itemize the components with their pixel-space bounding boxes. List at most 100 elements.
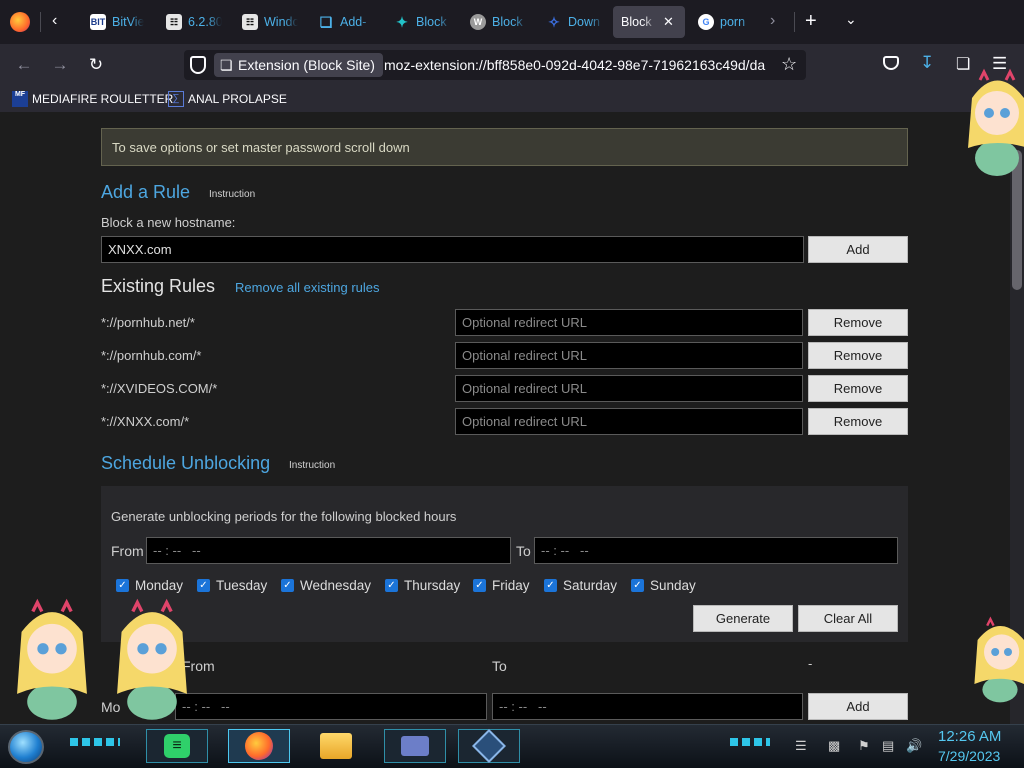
taskbar-virtualbox[interactable] [458,729,520,763]
day-checkbox-thursday[interactable]: ✓ Thursday [385,577,460,593]
generate-button[interactable]: Generate [693,605,793,632]
bookmark-anal-prolapse[interactable]: ∑ ANAL PROLAPSE [168,90,287,108]
clock-time[interactable]: 12:26 AM [938,728,1001,745]
clear-all-button[interactable]: Clear All [798,605,898,632]
bookmarks-toolbar: MF MEDIAFIRE ROULETTER ∑ ANAL PROLAPSE [0,86,1024,112]
tab-bitview[interactable]: BIT BitVie [82,6,152,38]
url-text[interactable]: moz-extension://bff858e0-092d-4042-98e7-… [384,57,776,73]
schedule-instruction-link[interactable]: Instruction [289,460,335,471]
taskbar-decoration [70,738,120,746]
schedule-description: Generate unblocking periods for the foll… [111,509,457,524]
forward-icon[interactable]: → [46,52,74,78]
remove-all-rules-link[interactable]: Remove all existing rules [235,280,380,295]
from-label: From [111,543,144,559]
day-checkbox-monday[interactable]: ✓ Monday [116,577,183,593]
extension-identity-chip[interactable]: ❏ Extension (Block Site) [214,53,383,77]
add-rule-instruction-link[interactable]: Instruction [209,189,255,200]
tray-app-icon[interactable]: ▩ [828,738,840,754]
tab-6-2-80[interactable]: ☷ 6.2.80 [158,6,230,38]
shield-icon[interactable] [190,56,206,74]
redirect-url-input[interactable]: Optional redirect URL [455,375,803,402]
puzzle-icon: ❏ [220,57,233,73]
day-checkbox-saturday[interactable]: ✓ Saturday [544,577,617,593]
notice-banner: To save options or set master password s… [101,128,908,166]
archive-icon: ☷ [166,14,182,30]
puzzle-icon: ✦ [396,13,408,30]
clock-date[interactable]: 7/29/2023 [938,748,1000,764]
period-to-input[interactable]: -- : -- -- [492,693,803,720]
google-icon: G [698,14,714,30]
notes-app-icon: ≡ [164,734,190,758]
list-all-tabs-icon[interactable]: ⌄ [845,11,857,28]
day-checkbox-sunday[interactable]: ✓ Sunday [631,577,696,593]
day-checkbox-tuesday[interactable]: ✓ Tuesday [197,577,267,593]
mascot-sticker [974,616,1024,703]
redirect-url-input[interactable]: Optional redirect URL [455,408,803,435]
bookmark-icon: ∑ [168,91,184,107]
bookmark-star-icon[interactable]: ☆ [781,54,797,75]
virtualbox-icon [472,729,506,763]
checkbox-checked-icon[interactable]: ✓ [281,578,294,592]
remove-rule-button[interactable]: Remove [808,375,908,402]
checkbox-checked-icon[interactable]: ✓ [631,578,644,592]
period-add-button[interactable]: Add [808,693,908,720]
checkbox-checked-icon[interactable]: ✓ [544,578,557,592]
flag-icon[interactable]: ⚑ [858,738,870,754]
network-icon[interactable]: ▤ [882,738,894,754]
existing-rules-heading: Existing Rules [101,276,216,296]
back-icon[interactable]: ← [10,52,38,78]
rule-pattern: *://XNXX.com/* [101,414,190,429]
tab-windows[interactable]: ☷ Windo [234,6,306,38]
taskbar-firefox[interactable] [228,729,290,763]
rule-pattern: *://pornhub.com/* [101,348,202,363]
bitview-icon: BIT [90,14,106,30]
taskbar-notes-app[interactable]: ≡ [146,729,208,763]
redirect-url-input[interactable]: Optional redirect URL [455,309,803,336]
firefox-menu-icon[interactable] [10,12,30,32]
download-icon: ✧ [548,13,560,30]
checkbox-checked-icon[interactable]: ✓ [197,578,210,592]
period-from-input[interactable]: -- : -- -- [175,693,487,720]
period-to-header: To [492,658,507,674]
taskbar-window-app[interactable] [384,729,446,763]
rule-pattern: *://XVIDEOS.COM/* [101,381,218,396]
remove-rule-button[interactable]: Remove [808,309,908,336]
tab-porn-search[interactable]: G porn [690,6,762,38]
puzzle-icon: ❏ [319,13,333,30]
from-time-input[interactable]: -- : -- -- [146,537,511,564]
checkbox-checked-icon[interactable]: ✓ [385,578,398,592]
to-time-input[interactable]: -- : -- -- [534,537,898,564]
checkbox-checked-icon[interactable]: ✓ [473,578,486,592]
downloads-icon[interactable]: ↧ [920,53,934,73]
tab-block-active[interactable]: Block ✕ [613,6,685,38]
add-rule-heading: Add a Rule [101,182,191,202]
new-tab-icon[interactable]: + [805,10,817,33]
remove-rule-button[interactable]: Remove [808,342,908,369]
tab-block-2[interactable]: W Block [462,6,536,38]
add-rule-button[interactable]: Add [808,236,908,263]
reload-icon[interactable]: ↻ [82,52,110,78]
tab-scroll-right-icon[interactable]: › [770,12,775,30]
mascot-sticker [117,598,187,720]
tab-add-ons[interactable]: ❏ Add- [310,6,382,38]
tab-block-1[interactable]: ✦ Block [386,6,460,38]
mascot-sticker [17,598,87,720]
redirect-url-input[interactable]: Optional redirect URL [455,342,803,369]
schedule-heading: Schedule Unblocking [101,453,271,473]
file-explorer-icon[interactable] [320,733,352,759]
remove-rule-button[interactable]: Remove [808,408,908,435]
checkbox-checked-icon[interactable]: ✓ [116,578,129,592]
w-logo-icon: W [470,14,486,30]
day-checkbox-friday[interactable]: ✓ Friday [473,577,530,593]
start-button[interactable] [8,730,44,764]
volume-icon[interactable]: 🔊 [906,738,922,754]
tab-download[interactable]: ✧ Down [538,6,612,38]
close-tab-icon[interactable]: ✕ [663,14,674,30]
tab-scroll-left-icon[interactable]: ‹ [52,12,70,32]
day-checkbox-wednesday[interactable]: ✓ Wednesday [281,577,371,593]
bookmark-mediafire[interactable]: MF MEDIAFIRE ROULETTER [12,90,173,108]
show-hidden-icons-icon[interactable]: ☰ [795,738,807,754]
hostname-input[interactable]: XNXX.com [101,236,804,263]
period-dash: - [808,656,813,671]
mascot-sticker [968,68,1024,176]
